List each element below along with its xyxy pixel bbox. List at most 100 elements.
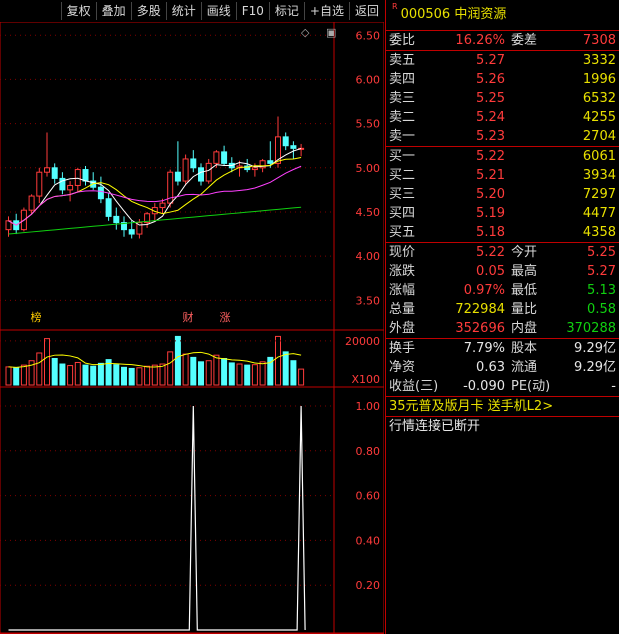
- toolbar-button-6[interactable]: 标记: [268, 2, 304, 20]
- buy-row: 买三 5.20 7297: [386, 185, 619, 204]
- volume-bar: [128, 367, 135, 386]
- collapse-icon: ▣: [326, 26, 336, 39]
- buy-price: 5.20: [476, 187, 505, 202]
- weibi-row: 委比 16.26% 委差 7308: [386, 30, 619, 50]
- toolbar-button-2[interactable]: 多股: [130, 2, 166, 20]
- volume-bar: [44, 338, 50, 386]
- price-tick-label: 6.50: [356, 29, 381, 42]
- sell-volume: 2704: [582, 129, 616, 144]
- volume-bar: [275, 335, 281, 386]
- toolbar-button-3[interactable]: 统计: [165, 2, 201, 20]
- volume-bar: [290, 360, 297, 386]
- stat-value: 5.25: [587, 245, 616, 260]
- toolbar-button-0[interactable]: 复权: [60, 2, 96, 20]
- toolbar-button-1[interactable]: 叠加: [95, 2, 131, 20]
- stat-label: 涨跌: [389, 264, 416, 279]
- stat-value: 0.05: [476, 264, 505, 279]
- sell-price: 5.26: [476, 72, 505, 87]
- candle-body: [82, 169, 89, 182]
- sell-row: 卖二 5.24 4255: [386, 108, 619, 127]
- volume-bar: [174, 335, 181, 386]
- buy-volume: 6061: [582, 149, 616, 164]
- stat-row: 涨跌 0.05 最高 5.27: [386, 262, 619, 281]
- promo-link[interactable]: 35元普及版月卡 送手机L2>: [386, 396, 619, 416]
- sell-label: 卖一: [389, 129, 416, 144]
- volume-bar: [182, 353, 189, 386]
- sell-price: 5.23: [476, 129, 505, 144]
- share-label: 收益(三): [389, 379, 439, 394]
- sell-label: 卖五: [389, 53, 416, 68]
- share-value: 7.79%: [463, 341, 505, 356]
- stat-row: 总量 722984 量比 0.58: [386, 300, 619, 319]
- stat-label: 现价: [389, 245, 416, 260]
- buy-volume: 7297: [582, 187, 616, 202]
- indicator-tick-label: 0.20: [356, 579, 381, 592]
- weibi-label: 委比: [389, 33, 416, 48]
- chart-frame: [0, 22, 384, 634]
- stat-value: 370288: [566, 321, 616, 336]
- weicha-label: 委差: [511, 33, 538, 48]
- toolbar-button-8[interactable]: 返回: [348, 2, 384, 20]
- indicator-tick-label: 1.00: [356, 400, 381, 413]
- candle-body: [198, 167, 204, 182]
- candle-body: [213, 151, 220, 164]
- volume-bar: [151, 364, 158, 386]
- connection-status: 行情连接已断开: [386, 416, 619, 436]
- volume-bar: [74, 361, 81, 386]
- toolbar-button-4[interactable]: 画线: [200, 2, 236, 20]
- indicator-tick-label: 0.40: [356, 534, 381, 547]
- sell-row: 卖五 5.27 3332: [386, 51, 619, 70]
- toolbar-button-5[interactable]: F10: [235, 2, 269, 20]
- buy-label: 买五: [389, 225, 416, 240]
- candle-body: [182, 158, 189, 182]
- volume-bar: [82, 364, 89, 386]
- stat-value: 0.58: [587, 302, 616, 317]
- sell-price: 5.25: [476, 91, 505, 106]
- sell-price: 5.27: [476, 53, 505, 68]
- stat-row: 现价 5.22 今开 5.25: [386, 243, 619, 262]
- buy-label: 买二: [389, 168, 416, 183]
- share-value: 9.29亿: [574, 341, 616, 356]
- candle-body: [251, 167, 258, 171]
- stat-label: 最高: [511, 264, 538, 279]
- volume-bar: [213, 354, 220, 386]
- diamond-icon: ◇: [301, 26, 310, 39]
- sell-volume: 6532: [582, 91, 616, 106]
- buy-label: 买四: [389, 206, 416, 221]
- candle-body: [128, 229, 135, 235]
- buy-label: 买三: [389, 187, 416, 202]
- share-row: 净资 0.63 流通 9.29亿: [386, 358, 619, 377]
- volume-bar: [259, 361, 266, 386]
- sell-volume: 4255: [582, 110, 616, 125]
- share-label: PE(动): [511, 379, 551, 394]
- buy-volume: 3934: [582, 168, 616, 183]
- volume-bar: [97, 362, 104, 386]
- stat-label: 涨幅: [389, 283, 416, 298]
- stat-label: 内盘: [511, 321, 538, 336]
- quote-panel: R000506 中润资源 委比 16.26% 委差 7308 卖五 5.27 333…: [385, 0, 619, 634]
- stat-value: 0.97%: [463, 283, 505, 298]
- stat-label: 外盘: [389, 321, 416, 336]
- stat-row: 外盘 352696 内盘 370288: [386, 319, 619, 338]
- price-tick-label: 6.00: [356, 73, 381, 86]
- indicator-tick-label: 0.80: [356, 445, 381, 458]
- volume-bar: [159, 363, 166, 386]
- candle-body: [36, 171, 43, 197]
- quote-stats: 现价 5.22 今开 5.25 涨跌 0.05 最高 5.27 涨幅 0.97% 最低 5.13 总量 7…: [386, 242, 619, 338]
- stat-label: 今开: [511, 245, 538, 260]
- sell-label: 卖二: [389, 110, 416, 125]
- volume-bar: [121, 366, 127, 386]
- candle-body: [28, 195, 35, 211]
- volume-bar: [113, 364, 120, 386]
- toolbar-button-7[interactable]: +自选: [303, 2, 349, 20]
- stock-code: 000506: [400, 7, 451, 22]
- buy-row: 买四 5.19 4477: [386, 204, 619, 223]
- volume-tick-label: 20000: [345, 335, 380, 348]
- volume-bar: [282, 351, 289, 386]
- volume-bar: [51, 358, 58, 386]
- share-row: 收益(三) -0.090 PE(动) -: [386, 377, 619, 396]
- candle-body: [113, 215, 120, 224]
- kline-chart[interactable]: 6.50 6.00 5.50 5.00 4.50 4.00 3.50 榜 财 涨 ▣ ◇ 20000 X1…: [0, 22, 384, 634]
- buy-price: 5.22: [476, 149, 505, 164]
- volume-bar: [136, 367, 143, 386]
